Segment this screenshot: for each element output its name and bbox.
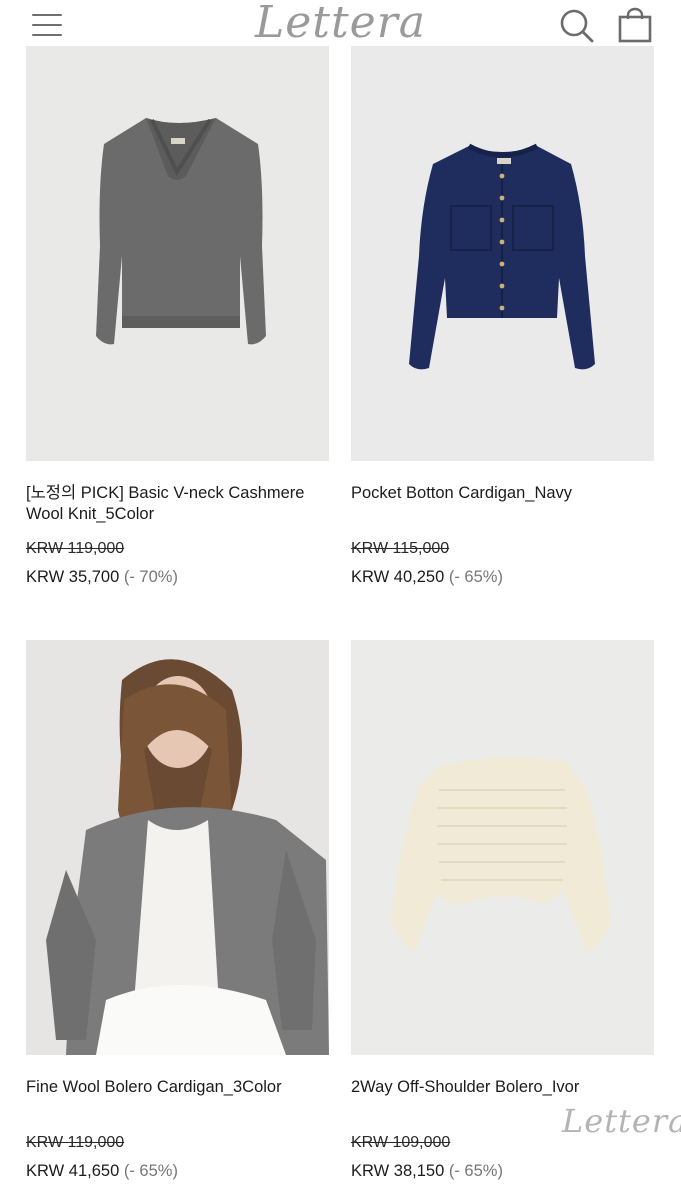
top-header: Lettera xyxy=(0,0,681,48)
sale-price-row: KRW 38,150 (- 65%) xyxy=(351,1160,654,1182)
sale-price: KRW 41,650 xyxy=(26,1162,120,1180)
sale-price-row: KRW 35,700 (- 70%) xyxy=(26,566,329,588)
product-image-model-gray-bolero[interactable] xyxy=(26,640,329,1055)
discount-rate: (- 65%) xyxy=(448,568,503,586)
discount-rate: (- 65%) xyxy=(448,1162,503,1180)
product-card[interactable]: [노정의 PICK] Basic V-neck Cashmere Wool Kn… xyxy=(26,46,329,588)
product-image-gray-vneck-sweater[interactable] xyxy=(26,46,329,461)
search-icon[interactable] xyxy=(558,7,596,43)
brand-watermark: Lettera xyxy=(562,1102,681,1140)
discount-rate: (- 70%) xyxy=(123,568,178,586)
sale-price: KRW 38,150 xyxy=(351,1162,445,1180)
original-price: KRW 115,000 xyxy=(351,540,450,557)
product-card[interactable]: 2Way Off-Shoulder Bolero_Ivor KRW 109,00… xyxy=(351,640,654,1182)
product-card[interactable]: Pocket Botton Cardigan_Navy KRW 115,000 … xyxy=(351,46,654,588)
product-image-navy-pocket-cardigan[interactable] xyxy=(351,46,654,461)
discount-rate: (- 65%) xyxy=(123,1162,178,1180)
product-title[interactable]: [노정의 PICK] Basic V-neck Cashmere Wool Kn… xyxy=(26,483,329,525)
original-price: KRW 119,000 xyxy=(26,540,125,557)
product-card[interactable]: Fine Wool Bolero Cardigan_3Color KRW 119… xyxy=(26,640,329,1182)
sale-price-row: KRW 40,250 (- 65%) xyxy=(351,566,654,588)
product-image-ivory-offshoulder-bolero[interactable] xyxy=(351,640,654,1055)
product-title[interactable]: Fine Wool Bolero Cardigan_3Color xyxy=(26,1077,329,1119)
original-price: KRW 119,000 xyxy=(26,1134,125,1151)
sale-price: KRW 40,250 xyxy=(351,568,445,586)
sale-price-row: KRW 41,650 (- 65%) xyxy=(26,1160,329,1182)
sale-price: KRW 35,700 xyxy=(26,568,120,586)
product-title[interactable]: Pocket Botton Cardigan_Navy xyxy=(351,483,654,525)
shopping-bag-icon[interactable] xyxy=(616,7,654,43)
